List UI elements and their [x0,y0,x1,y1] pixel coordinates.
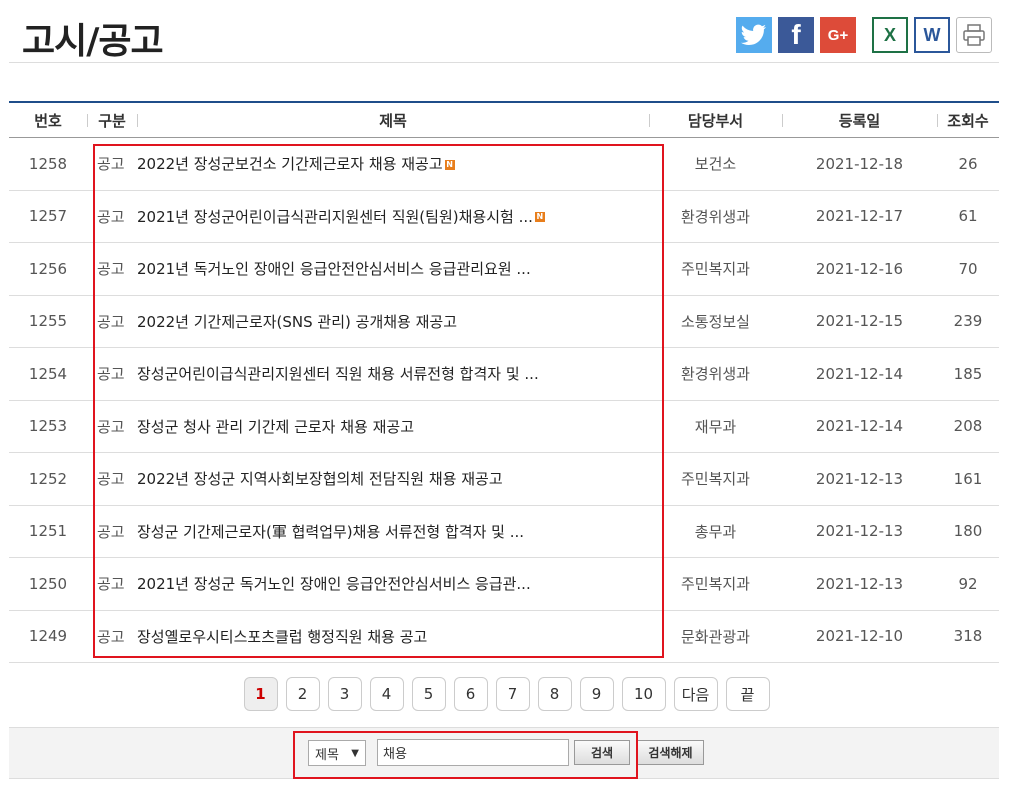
page-button-10[interactable]: 10 [621,677,666,711]
row-date: 2021-12-14 [815,364,904,383]
page-button-9[interactable]: 9 [579,677,614,711]
row-dept: 보건소 [694,155,737,174]
page-button-5[interactable]: 5 [411,677,446,711]
page-button-4[interactable]: 4 [369,677,404,711]
row-dept: 주민복지과 [680,575,750,594]
row-views: 161 [953,469,983,488]
page-button-3[interactable]: 3 [327,677,362,711]
table-header: 번호 구분 제목 담당부서 등록일 조회수 [9,102,999,138]
page-button-7[interactable]: 7 [495,677,530,711]
row-date: 2021-12-17 [815,207,904,226]
col-header-num: 번호 [34,111,62,130]
pagination: 1 2 3 4 5 6 7 8 9 10 다음 끝 [0,677,1013,711]
excel-icon[interactable]: X [872,17,908,53]
title-divider [9,62,999,63]
row-views: 318 [953,627,983,646]
row-num: 1257 [28,207,68,226]
page-button-1[interactable]: 1 [243,677,278,711]
row-num: 1253 [28,417,68,436]
facebook-icon[interactable]: f [778,17,814,53]
row-date: 2021-12-13 [815,469,904,488]
row-num: 1255 [28,312,68,331]
print-icon[interactable] [956,17,992,53]
highlight-box-search [293,731,638,779]
row-views: 180 [953,522,983,541]
row-date: 2021-12-18 [815,154,904,173]
googleplus-icon[interactable]: G+ [820,17,856,53]
page-button-8[interactable]: 8 [537,677,572,711]
row-num: 1258 [28,154,68,173]
row-views: 61 [958,207,978,226]
row-dept: 주민복지과 [680,260,750,279]
row-views: 70 [958,259,978,278]
row-num: 1254 [28,364,68,383]
row-views: 185 [953,364,983,383]
col-header-category: 구분 [87,102,137,138]
page-button-2[interactable]: 2 [285,677,320,711]
row-num: 1249 [28,627,68,646]
row-date: 2021-12-16 [815,259,904,278]
twitter-icon[interactable] [736,17,772,53]
next-page-button[interactable]: 다음 [673,677,718,711]
row-dept: 환경위생과 [680,365,750,384]
row-date: 2021-12-13 [815,522,904,541]
last-page-button[interactable]: 끝 [725,677,770,711]
row-dept: 문화관광과 [680,627,750,646]
row-views: 92 [958,574,978,593]
search-reset-button[interactable]: 검색해제 [637,740,704,765]
row-num: 1252 [28,469,68,488]
highlight-box-subjects [93,144,664,658]
row-date: 2021-12-14 [815,417,904,436]
row-num: 1251 [28,522,68,541]
row-views: 239 [953,312,983,331]
row-dept: 환경위생과 [680,207,750,226]
row-date: 2021-12-10 [815,627,904,646]
row-dept: 주민복지과 [680,470,750,489]
row-num: 1256 [28,259,68,278]
row-num: 1250 [28,574,68,593]
col-header-dept: 담당부서 [649,102,782,138]
row-dept: 소통정보실 [680,312,750,331]
row-dept: 총무과 [694,522,737,541]
page-button-6[interactable]: 6 [453,677,488,711]
row-date: 2021-12-13 [815,574,904,593]
col-header-date: 등록일 [782,102,937,138]
row-views: 208 [953,417,983,436]
col-header-subject: 제목 [137,102,649,138]
share-toolbar: f G+ X W [736,17,992,53]
col-header-views: 조회수 [937,102,999,138]
word-icon[interactable]: W [914,17,950,53]
page-title: 고시/공고 [22,21,164,62]
row-dept: 재무과 [694,417,737,436]
row-date: 2021-12-15 [815,312,904,331]
row-views: 26 [958,154,978,173]
